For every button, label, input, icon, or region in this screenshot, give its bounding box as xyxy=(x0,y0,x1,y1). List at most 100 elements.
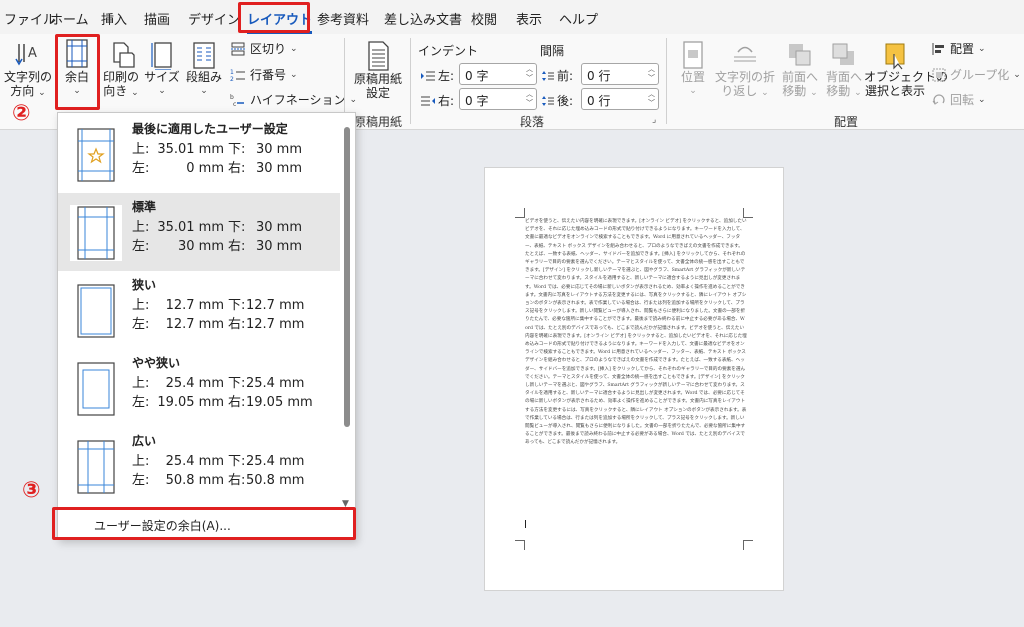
margin-preset-row-top-bottom: 上: 35.01 mm 下: 30 mm xyxy=(132,220,302,235)
document-page[interactable]: ビデオを使うと、伝えたい内容を明確に表現できます。[オンライン ビデオ] をクリ… xyxy=(484,167,784,591)
ribbon-divider xyxy=(410,38,411,124)
hyphenation-button[interactable]: b c ハイフネーション ⌄ xyxy=(230,91,357,108)
text-direction-button[interactable]: A 文字列の 方向 ⌄ xyxy=(4,40,52,100)
tab-design[interactable]: デザイン xyxy=(188,9,240,28)
spacing-before-icon xyxy=(542,70,554,81)
columns-icon xyxy=(193,42,215,69)
position-chevron-icon: ⌄ xyxy=(689,86,697,96)
selection-pane-button[interactable]: オブジェクトの 選択と表示 xyxy=(864,40,949,98)
position-button[interactable]: 位置 ⌄ xyxy=(672,40,714,98)
spinner-arrows-icon[interactable]: ︿ ﹀ xyxy=(648,65,655,83)
columns-label: 段組み xyxy=(185,70,222,84)
genko-settings-button[interactable]: 原稿用紙 設定 xyxy=(352,40,404,100)
genko-label-1: 原稿用紙 xyxy=(353,72,402,86)
tab-help[interactable]: ヘルプ xyxy=(559,9,598,28)
position-icon xyxy=(683,41,703,69)
margin-preset-name: 狭い xyxy=(132,278,157,292)
margin-preset-normal[interactable]: 標準 上: 35.01 mm 下: 30 mm 左: 30 mm 右: 30 mm xyxy=(58,193,340,271)
tab-mailings[interactable]: 差し込み文書 xyxy=(384,9,462,28)
rotate-icon xyxy=(932,93,945,105)
genko-group-label: 原稿用紙 xyxy=(354,115,403,129)
breaks-icon xyxy=(231,42,245,55)
svg-text:c: c xyxy=(233,101,236,107)
scrollbar-thumb[interactable] xyxy=(344,127,350,427)
size-button[interactable]: サイズ ⌄ xyxy=(143,40,181,98)
svg-text:1: 1 xyxy=(230,69,234,76)
columns-button[interactable]: 段組み ⌄ xyxy=(183,40,225,98)
annotation-box-custom-margins xyxy=(52,507,356,540)
spacing-before-label: 前: xyxy=(541,67,573,84)
indent-right-input[interactable]: 0 字 ︿ ﹀ xyxy=(459,88,537,110)
wrap-text-button[interactable]: 文字列の折 り返し ⌄ xyxy=(714,40,776,100)
rotate-label: 回転 xyxy=(950,93,975,107)
rotate-button[interactable]: 回転 ⌄ xyxy=(932,91,986,108)
line-numbers-icon: 1 2 xyxy=(230,69,245,82)
tab-insert[interactable]: 挿入 xyxy=(101,9,127,28)
orientation-button[interactable]: 印刷の 向き ⌄ xyxy=(101,40,141,100)
dropdown-scrollbar[interactable]: ▼ xyxy=(341,117,353,509)
tab-view[interactable]: 表示 xyxy=(516,9,542,28)
bring-forward-button[interactable]: 前面へ 移動 ⌄ xyxy=(778,40,822,100)
send-backward-label-2: 移動 ⌄ xyxy=(826,84,862,98)
group-label: グループ化 xyxy=(950,68,1010,82)
size-chevron-icon: ⌄ xyxy=(158,86,166,96)
line-numbers-button[interactable]: 1 2 行番号 ⌄ xyxy=(230,66,298,83)
group-button[interactable]: グループ化 ⌄ xyxy=(932,66,1021,83)
margin-preset-row-top-bottom: 上: 12.7 mm 下:12.7 mm xyxy=(132,298,305,313)
annotation-box-margins xyxy=(55,34,100,110)
margin-preset-narrow[interactable]: 狭い 上: 12.7 mm 下:12.7 mm 左: 12.7 mm 右:12.7 mm xyxy=(58,271,340,349)
annotation-number-2: ② xyxy=(12,101,31,126)
selection-pane-label-2: 選択と表示 xyxy=(864,84,925,98)
columns-chevron-icon: ⌄ xyxy=(200,86,208,96)
group-icon xyxy=(932,68,946,81)
tab-draw[interactable]: 描画 xyxy=(144,9,170,28)
align-icon xyxy=(932,42,944,55)
margins-dropdown-menu: 最後に適用したユーザー設定 上: 35.01 mm 下: 30 mm 左: 0 mm 右:… xyxy=(57,112,356,540)
crop-mark-top-right xyxy=(743,208,753,218)
send-backward-button[interactable]: 背面へ 移動 ⌄ xyxy=(822,40,866,100)
indent-left-input[interactable]: 0 字 ︿ ﹀ xyxy=(459,63,537,85)
spinner-arrows-icon[interactable]: ︿ ﹀ xyxy=(526,65,533,83)
annotation-box-layout-tab xyxy=(238,2,310,33)
margin-preset-thumbnail-icon xyxy=(70,205,122,261)
margin-preset-last-custom[interactable]: 最後に適用したユーザー設定 上: 35.01 mm 下: 30 mm 左: 0 mm 右:… xyxy=(58,115,340,193)
annotation-number-3: ③ xyxy=(22,478,41,503)
spacing-after-label: 後: xyxy=(541,92,573,109)
margin-preset-wide[interactable]: 広い 上: 25.4 mm 下:25.4 mm 左: 50.8 mm 右:50.8 mm xyxy=(58,427,340,505)
position-label: 位置 xyxy=(680,70,705,84)
breaks-button[interactable]: 区切り ⌄ xyxy=(230,40,298,57)
crop-mark-bottom-right xyxy=(743,540,753,550)
spacing-before-input[interactable]: 0 行 ︿ ﹀ xyxy=(581,63,659,85)
indent-right-label: 右: xyxy=(420,92,454,109)
align-button[interactable]: 配置 ⌄ xyxy=(932,40,986,57)
margin-preset-name: 標準 xyxy=(132,200,157,214)
spinner-arrows-icon[interactable]: ︿ ﹀ xyxy=(648,90,655,108)
wrap-text-label-1: 文字列の折 xyxy=(714,70,775,84)
margin-preset-row-left-right: 左: 50.8 mm 右:50.8 mm xyxy=(132,473,305,488)
line-numbers-label: 行番号 xyxy=(250,68,287,82)
margin-preset-name: 広い xyxy=(132,434,157,448)
spinner-arrows-icon[interactable]: ︿ ﹀ xyxy=(526,90,533,108)
tab-references[interactable]: 参考資料 xyxy=(317,9,369,28)
text-direction-icon: A xyxy=(15,44,37,66)
svg-text:A: A xyxy=(28,46,37,61)
margin-preset-row-top-bottom: 上: 35.01 mm 下: 30 mm xyxy=(132,142,302,157)
crop-mark-top-left xyxy=(515,208,525,218)
send-backward-label-1: 背面へ xyxy=(825,70,862,84)
margin-preset-name: 最後に適用したユーザー設定 xyxy=(132,122,288,136)
svg-text:2: 2 xyxy=(230,76,234,82)
send-backward-icon xyxy=(832,43,854,65)
paragraph-dialog-launcher-icon[interactable]: ⌟ xyxy=(652,115,656,125)
orientation-label-2: 向き ⌄ xyxy=(103,84,139,98)
tab-file[interactable]: ファイル xyxy=(4,9,56,28)
tab-home[interactable]: ホーム xyxy=(50,9,89,28)
selection-pane-label-1: オブジェクトの xyxy=(864,70,949,84)
align-label: 配置 xyxy=(950,42,975,56)
svg-text:b: b xyxy=(230,94,234,101)
margin-preset-moderate[interactable]: やや狭い 上: 25.4 mm 下:25.4 mm 左: 19.05 mm 右:19.0… xyxy=(58,349,340,427)
ribbon-tab-bar: ファイル ホーム 挿入 描画 デザイン レイアウト 参考資料 差し込み文書 校閲… xyxy=(0,0,1024,34)
spacing-after-input[interactable]: 0 行 ︿ ﹀ xyxy=(581,88,659,110)
document-body-text[interactable]: ビデオを使うと、伝えたい内容を明確に表現できます。[オンライン ビデオ] をクリ… xyxy=(525,218,747,448)
tab-review[interactable]: 校閲 xyxy=(471,9,497,28)
text-cursor xyxy=(525,520,526,528)
